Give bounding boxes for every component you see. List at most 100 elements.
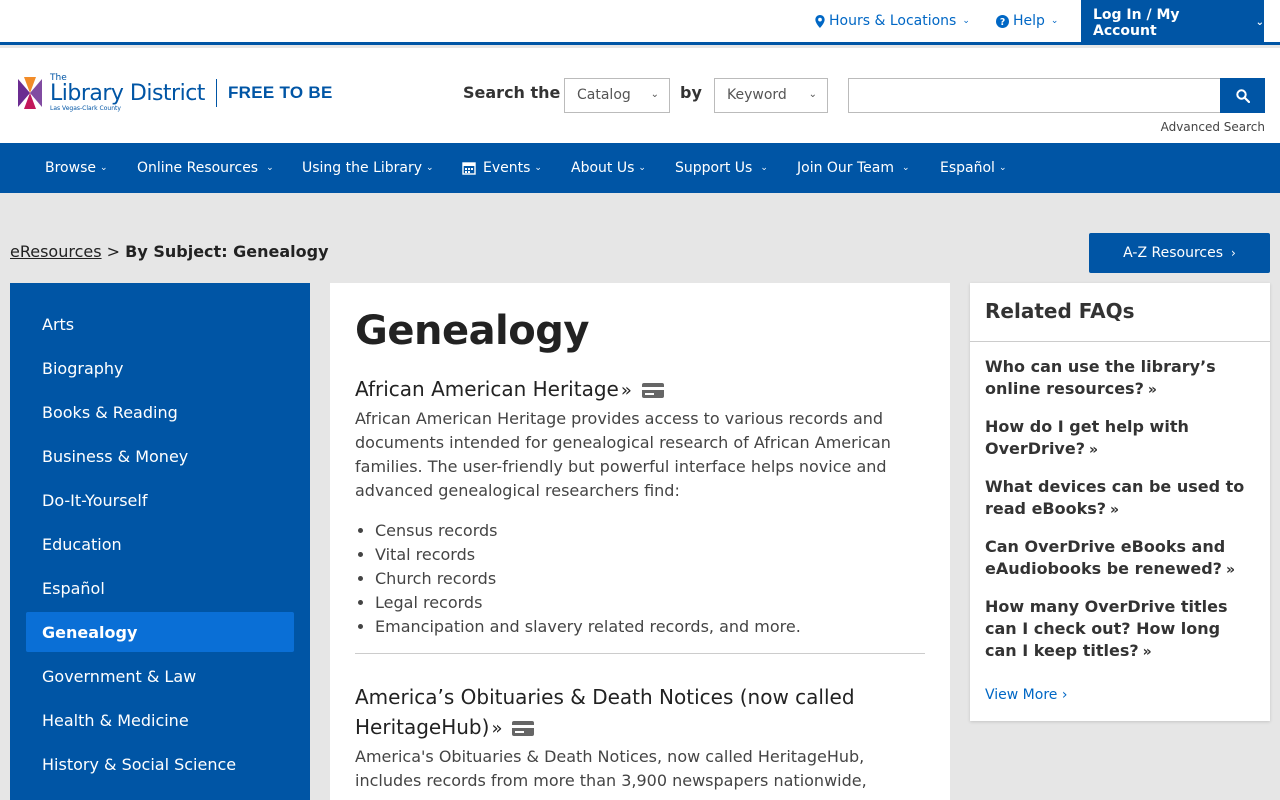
nav-about-us-label: About Us	[571, 160, 635, 176]
map-marker-icon	[815, 14, 825, 28]
library-logo[interactable]: The Library District Las Vegas-Clark Cou…	[16, 74, 333, 112]
sidebar-item-genealogy[interactable]: Genealogy	[26, 612, 294, 652]
resource-title-link[interactable]: America’s Obituaries & Death Notices (no…	[355, 682, 925, 744]
faq-question: Who can use the library’s online resourc…	[985, 357, 1216, 398]
sidebar-item-biography[interactable]: Biography	[26, 348, 294, 388]
double-chevron-right-icon: »	[491, 718, 503, 739]
nav-using-library-label: Using the Library	[302, 160, 423, 176]
login-account-button[interactable]: Log In / My Account ⌄	[1081, 0, 1264, 45]
faq-list: Who can use the library’s online resourc…	[970, 342, 1270, 663]
logo-mark-icon	[18, 77, 42, 109]
nav-join-team-label: Join Our Team	[797, 160, 895, 176]
calendar-icon	[462, 162, 476, 175]
logo-subtitle: Las Vegas-Clark County	[50, 105, 121, 112]
breadcrumb-current: By Subject: Genealogy	[125, 242, 329, 261]
nav-espanol[interactable]: Español ⌄	[940, 160, 1006, 176]
faq-link[interactable]: How do I get help with OverDrive?»	[985, 416, 1255, 461]
sidebar-item-government-law[interactable]: Government & Law	[26, 656, 294, 696]
list-item: Vital records	[375, 543, 925, 567]
double-chevron-right-icon: »	[1147, 382, 1157, 398]
faq-question: How do I get help with OverDrive?	[985, 417, 1189, 458]
search-type-select[interactable]: Keyword ⌄	[714, 78, 828, 113]
logo-name: Library District	[50, 81, 205, 106]
faq-link[interactable]: Who can use the library’s online resourc…	[985, 356, 1255, 401]
resource-item: America’s Obituaries & Death Notices (no…	[355, 682, 925, 793]
logo-wordmark: The Library District Las Vegas-Clark Cou…	[50, 74, 205, 112]
sidebar-item-books-reading[interactable]: Books & Reading	[26, 392, 294, 432]
az-resources-button[interactable]: A-Z Resources ›	[1089, 233, 1270, 273]
nav-online-resources[interactable]: Online Resources ⌄	[137, 160, 274, 176]
faq-link[interactable]: What devices can be used to read eBooks?…	[985, 476, 1255, 521]
search-input[interactable]	[848, 78, 1221, 113]
nav-browse-label: Browse	[45, 160, 96, 176]
double-chevron-right-icon: »	[1110, 502, 1120, 518]
sidebar-item-arts[interactable]: Arts	[26, 304, 294, 344]
chevron-down-icon: ⌄	[426, 163, 434, 173]
subject-sidebar: Arts Biography Books & Reading Business …	[10, 283, 310, 800]
main-navigation: Browse ⌄ Online Resources ⌄ Using the Libr…	[0, 143, 1280, 193]
breadcrumb-parent-link[interactable]: eResources	[10, 242, 102, 261]
nav-join-team[interactable]: Join Our Team ⌄	[797, 160, 910, 176]
resource-title-link[interactable]: African American Heritage»	[355, 374, 925, 406]
svg-text:?: ?	[1000, 17, 1005, 28]
chevron-down-icon: ⌄	[534, 163, 542, 173]
hours-locations-label: Hours & Locations	[829, 13, 957, 29]
az-resources-label: A-Z Resources	[1123, 245, 1224, 261]
nav-events[interactable]: Events ⌄	[462, 160, 542, 176]
search-scope-value: Catalog	[577, 87, 631, 103]
search-icon	[1235, 88, 1250, 103]
breadcrumb-separator: >	[106, 242, 121, 261]
faq-link[interactable]: How many OverDrive titles can I check ou…	[985, 596, 1255, 663]
nav-support-us[interactable]: Support Us ⌄	[675, 160, 768, 176]
chevron-down-icon: ⌄	[638, 163, 646, 173]
search-type-value: Keyword	[727, 87, 787, 103]
nav-about-us[interactable]: About Us ⌄	[571, 160, 646, 176]
question-circle-icon: ?	[996, 14, 1009, 28]
library-card-icon	[512, 721, 535, 736]
help-label: Help	[1013, 13, 1045, 29]
sidebar-item-espanol[interactable]: Español	[26, 568, 294, 608]
nav-online-resources-label: Online Resources	[137, 160, 259, 176]
chevron-down-icon: ⌄	[902, 163, 910, 173]
breadcrumb: eResources > By Subject: Genealogy	[10, 242, 329, 261]
nav-using-library[interactable]: Using the Library ⌄	[302, 160, 434, 176]
list-item: Church records	[375, 567, 925, 591]
nav-espanol-label: Español	[940, 160, 995, 176]
chevron-down-icon: ⌄	[266, 163, 274, 173]
double-chevron-right-icon: »	[1089, 442, 1099, 458]
faq-link[interactable]: Can OverDrive eBooks and eAudiobooks be …	[985, 536, 1255, 581]
resource-description: America's Obituaries & Death Notices, no…	[355, 747, 867, 790]
double-chevron-right-icon: »	[1142, 644, 1152, 660]
chevron-down-icon: ⌄	[962, 16, 970, 26]
sidebar-item-history-social-science[interactable]: History & Social Science	[26, 744, 294, 784]
advanced-search-link[interactable]: Advanced Search	[1161, 120, 1265, 134]
faq-question: Can OverDrive eBooks and eAudiobooks be …	[985, 537, 1226, 578]
view-more-link[interactable]: View More ›	[985, 687, 1067, 703]
search-button[interactable]	[1220, 78, 1265, 113]
nav-support-us-label: Support Us	[675, 160, 753, 176]
sidebar-item-health-medicine[interactable]: Health & Medicine	[26, 700, 294, 740]
hours-locations-link[interactable]: Hours & Locations ⌄	[815, 13, 970, 29]
resource-item: African American Heritage» African Ameri…	[355, 374, 925, 639]
sidebar-item-education[interactable]: Education	[26, 524, 294, 564]
logo-divider	[215, 79, 217, 107]
search-scope-select[interactable]: Catalog ⌄	[564, 78, 670, 113]
help-link[interactable]: ? Help ⌄	[996, 13, 1058, 29]
list-item: Census records	[375, 519, 925, 543]
faq-question: How many OverDrive titles can I check ou…	[985, 597, 1228, 660]
nav-browse[interactable]: Browse ⌄	[45, 160, 108, 176]
sidebar-item-business-money[interactable]: Business & Money	[26, 436, 294, 476]
page-title: Genealogy	[355, 308, 589, 354]
chevron-down-icon: ⌄	[760, 163, 768, 173]
resource-feature-list: Census records Vital records Church reco…	[355, 519, 925, 639]
related-faqs-panel: Related FAQs Who can use the library’s o…	[970, 283, 1270, 721]
faq-heading: Related FAQs	[970, 283, 1270, 342]
search-by-label: by	[680, 83, 702, 102]
chevron-down-icon: ⌄	[998, 163, 1007, 173]
resource-title-text: African American Heritage	[355, 377, 619, 401]
double-chevron-right-icon: »	[1225, 562, 1235, 578]
view-more-label: View More	[985, 687, 1058, 703]
chevron-down-icon: ⌄	[808, 89, 817, 100]
sidebar-item-diy[interactable]: Do-It-Yourself	[26, 480, 294, 520]
list-item: Emancipation and slavery related records…	[375, 615, 925, 639]
